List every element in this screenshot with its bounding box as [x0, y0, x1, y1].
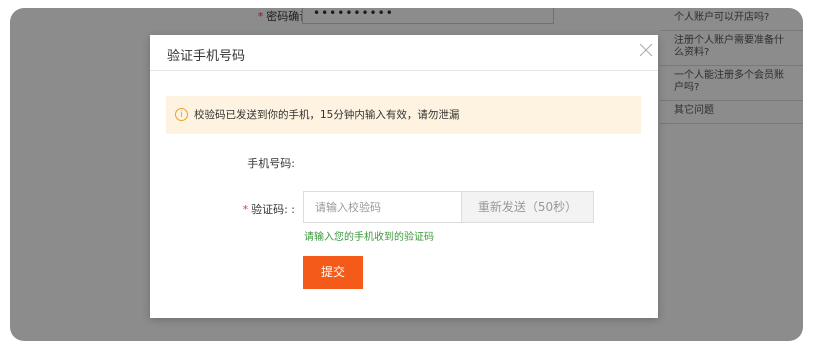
- page-frame: * 密码确认: •••••••••• 个人账户可以开店吗? 注册个人账户需要准备什…: [10, 8, 803, 341]
- notice-banner: i 校验码已发送到你的手机，15分钟内输入有效，请勿泄漏: [166, 96, 641, 134]
- info-icon: i: [175, 108, 188, 121]
- close-icon[interactable]: [636, 41, 656, 61]
- close-icon-glyph: [639, 43, 653, 57]
- phone-label: 手机号码:: [247, 157, 295, 170]
- dialog-header: 验证手机号码: [150, 35, 658, 71]
- dialog-title: 验证手机号码: [167, 49, 246, 64]
- required-mark: *: [242, 203, 249, 216]
- verify-phone-dialog: 验证手机号码 i 校验码已发送到你的手机，15分钟内输入有效，请勿泄漏 手机号码…: [150, 35, 658, 318]
- submit-button[interactable]: 提交: [303, 256, 363, 289]
- code-hint: 请输入您的手机收到的验证码: [304, 232, 434, 243]
- code-label: * 验证码: :: [242, 203, 295, 216]
- verification-code-input[interactable]: [303, 191, 462, 223]
- resend-code-button[interactable]: 重新发送（50秒）: [462, 191, 594, 223]
- notice-text: 校验码已发送到你的手机，15分钟内输入有效，请勿泄漏: [194, 109, 460, 121]
